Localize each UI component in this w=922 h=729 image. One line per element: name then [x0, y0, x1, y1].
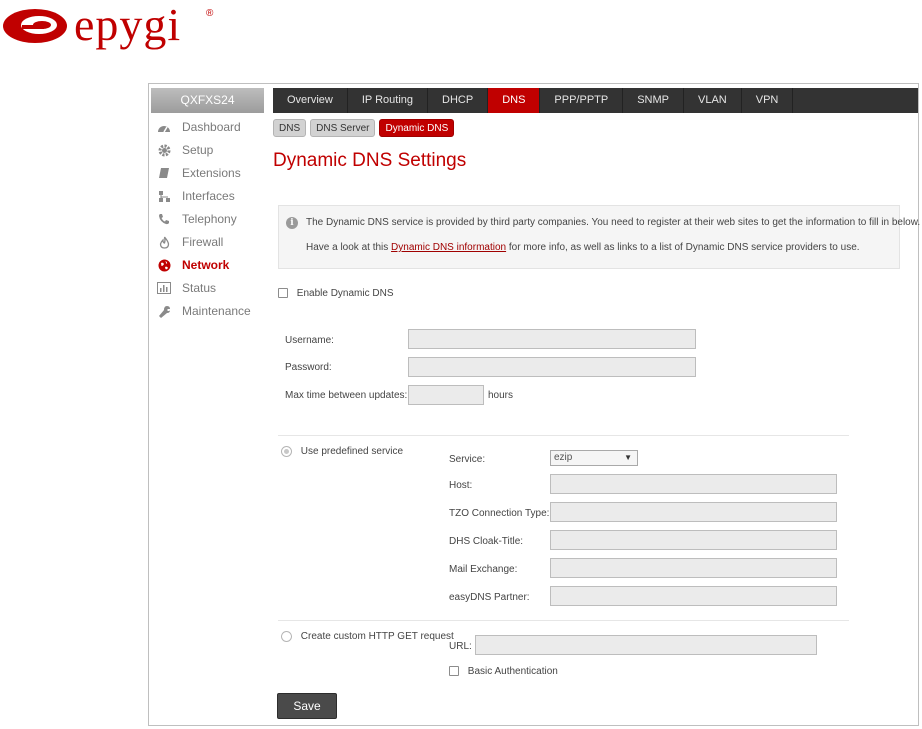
sidebar-item-telephony[interactable]: Telephony — [156, 209, 266, 229]
info-text-suffix: for more info, as well as links to a lis… — [506, 242, 860, 253]
enable-dynamic-dns-checkbox[interactable] — [278, 288, 288, 299]
custom-http-row: Create custom HTTP GET request — [281, 631, 454, 642]
save-button[interactable]: Save — [277, 693, 337, 719]
url-label: URL: — [449, 641, 472, 652]
bar-chart-icon — [156, 280, 172, 296]
epygi-logo: epygi ® — [0, 0, 230, 50]
enable-dynamic-dns-row: Enable Dynamic DNS — [278, 288, 394, 299]
tab-ppp-pptp[interactable]: PPP/PPTP — [540, 88, 624, 113]
sidebar-item-network[interactable]: Network — [156, 255, 266, 275]
app-frame: QXFXS24 Dashboard Setup Extensions Inter… — [148, 83, 920, 726]
sidebar-item-label: Dashboard — [182, 120, 241, 134]
host-label: Host: — [449, 480, 473, 491]
wrench-icon — [156, 303, 172, 319]
tab-vpn[interactable]: VPN — [742, 88, 794, 113]
mail-exchange-label: Mail Exchange: — [449, 564, 518, 575]
logo-wordmark: epygi — [74, 0, 182, 50]
dhs-cloak-title-label: DHS Cloak-Title: — [449, 536, 524, 547]
custom-http-get-label: Create custom HTTP GET request — [300, 631, 454, 643]
subtab-dns[interactable]: DNS — [273, 119, 307, 137]
phone-icon — [156, 211, 172, 227]
sidebar-item-status[interactable]: Status — [156, 278, 266, 298]
dashboard-icon — [156, 119, 172, 135]
sidebar-item-label: Telephony — [182, 212, 237, 226]
flame-icon — [156, 234, 172, 250]
max-time-field[interactable] — [408, 385, 484, 405]
sidebar-item-maintenance[interactable]: Maintenance — [156, 301, 266, 321]
sidebar-item-label: Maintenance — [182, 304, 251, 318]
dhs-cloak-title-field[interactable] — [550, 530, 837, 550]
tzo-connection-type-label: TZO Connection Type: — [449, 508, 550, 519]
tab-overview[interactable]: Overview — [273, 88, 348, 113]
registered-mark: ® — [206, 8, 214, 19]
tab-ip-routing[interactable]: IP Routing — [348, 88, 429, 113]
tab-snmp[interactable]: SNMP — [623, 88, 684, 113]
enable-dynamic-dns-label: Enable Dynamic DNS — [296, 288, 394, 299]
max-time-unit: hours — [488, 390, 514, 401]
sidebar-item-interfaces[interactable]: Interfaces — [156, 186, 266, 206]
service-select-value: ezip — [554, 452, 573, 463]
predefined-service-radio[interactable] — [281, 446, 292, 457]
device-name: QXFXS24 — [151, 88, 264, 113]
epygi-logo-mark-icon — [3, 9, 67, 43]
predefined-service-row: Use predefined service — [281, 446, 403, 457]
sidebar-item-firewall[interactable]: Firewall — [156, 232, 266, 252]
info-box: i The Dynamic DNS service is provided by… — [278, 205, 920, 269]
password-field[interactable] — [408, 357, 696, 377]
sidebar-item-label: Setup — [182, 143, 214, 157]
max-time-label: Max time between updates: — [285, 390, 408, 401]
url-field[interactable] — [475, 635, 817, 655]
info-text-prefix: Have a look at this — [306, 242, 392, 253]
sidebar-item-setup[interactable]: Setup — [156, 140, 266, 160]
globe-icon — [156, 257, 172, 273]
gear-icon — [156, 142, 172, 158]
username-label: Username: — [285, 335, 334, 346]
sidebar-item-label: Extensions — [182, 166, 241, 180]
tzo-connection-type-field[interactable] — [550, 502, 837, 522]
dynamic-dns-info-link[interactable]: Dynamic DNS information — [391, 242, 506, 253]
info-text-line2: Have a look at this Dynamic DNS informat… — [306, 242, 860, 253]
mail-exchange-field[interactable] — [550, 558, 837, 578]
password-label: Password: — [285, 362, 332, 373]
basic-auth-label: Basic Authentication — [467, 666, 558, 677]
sub-tabs: DNS DNS Server Dynamic DNS — [273, 119, 455, 137]
service-select[interactable]: ezip ▼ — [550, 450, 638, 466]
custom-http-get-radio[interactable] — [281, 631, 292, 642]
username-field[interactable] — [408, 329, 696, 349]
sidebar-item-label: Interfaces — [182, 189, 235, 203]
tab-vlan[interactable]: VLAN — [684, 88, 742, 113]
network-nodes-icon — [156, 188, 172, 204]
service-label: Service: — [449, 454, 486, 465]
subtab-dns-server[interactable]: DNS Server — [310, 119, 376, 137]
predefined-service-label: Use predefined service — [300, 446, 404, 458]
tab-dhcp[interactable]: DHCP — [428, 88, 489, 113]
easydns-partner-field[interactable] — [550, 586, 837, 606]
sidebar-item-dashboard[interactable]: Dashboard — [156, 117, 266, 137]
tab-dns[interactable]: DNS — [488, 88, 541, 113]
sidebar-item-label: Network — [182, 258, 230, 272]
subtab-dynamic-dns[interactable]: Dynamic DNS — [379, 119, 455, 137]
sidebar-item-label: Firewall — [182, 235, 224, 249]
dropdown-arrow-icon: ▼ — [624, 453, 632, 462]
sidebar-item-extensions[interactable]: Extensions — [156, 163, 266, 183]
book-icon — [156, 165, 172, 181]
info-icon: i — [286, 217, 298, 229]
top-nav: Overview IP Routing DHCP DNS PPP/PPTP SN… — [273, 88, 918, 113]
sidebar-item-label: Status — [182, 281, 217, 295]
page-title: Dynamic DNS Settings — [273, 150, 467, 171]
divider — [278, 435, 849, 436]
host-field[interactable] — [550, 474, 837, 494]
basic-auth-checkbox[interactable] — [449, 666, 459, 677]
basic-auth-row: Basic Authentication — [449, 666, 558, 677]
divider — [278, 620, 849, 621]
info-text-line1: The Dynamic DNS service is provided by t… — [306, 217, 921, 228]
easydns-partner-label: easyDNS Partner: — [449, 592, 530, 603]
